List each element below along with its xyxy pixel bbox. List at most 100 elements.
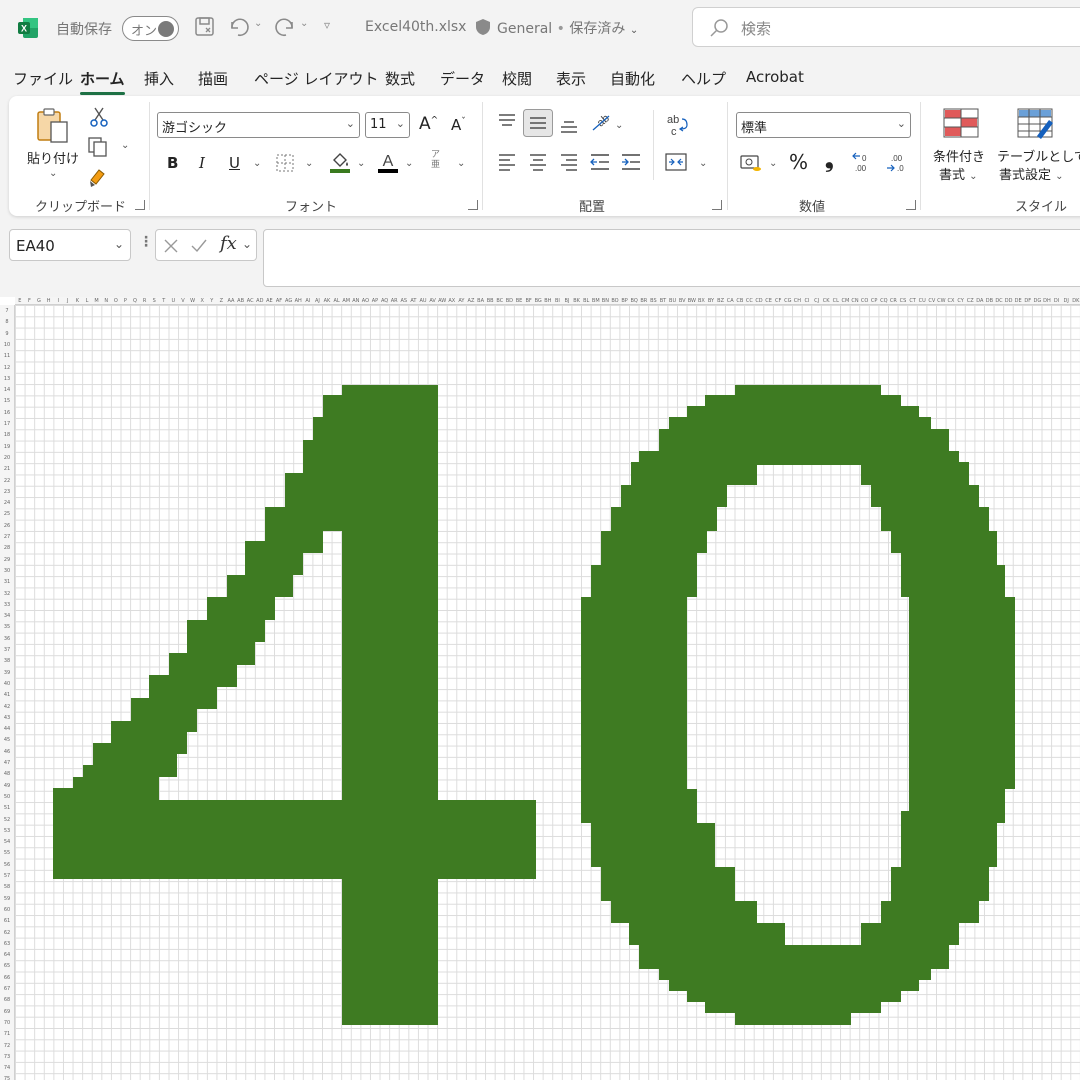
copy-icon[interactable] bbox=[87, 136, 109, 158]
column-header[interactable]: CK bbox=[821, 298, 831, 304]
column-header[interactable]: AK bbox=[322, 298, 332, 304]
column-header[interactable]: AF bbox=[274, 298, 284, 304]
column-header[interactable]: M bbox=[92, 298, 102, 304]
column-header[interactable]: CU bbox=[917, 298, 927, 304]
row-header[interactable]: 39 bbox=[0, 670, 14, 676]
cell-grid[interactable] bbox=[15, 305, 1080, 1080]
column-header[interactable]: CC bbox=[745, 298, 755, 304]
enter-icon[interactable] bbox=[190, 237, 208, 255]
conditional-formatting-label[interactable]: 条件付き bbox=[933, 146, 985, 165]
column-header[interactable]: AS bbox=[399, 298, 409, 304]
column-header[interactable]: CO bbox=[860, 298, 870, 304]
row-header[interactable]: 40 bbox=[0, 681, 14, 687]
tab-insert[interactable]: 挿入 bbox=[144, 68, 174, 89]
column-header[interactable]: BA bbox=[476, 298, 486, 304]
row-header[interactable]: 17 bbox=[0, 421, 14, 427]
column-header[interactable]: BF bbox=[524, 298, 534, 304]
borders-dropdown-icon[interactable]: ⌄ bbox=[305, 158, 313, 169]
align-center-icon[interactable] bbox=[528, 152, 548, 172]
row-header[interactable]: 33 bbox=[0, 602, 14, 608]
column-header[interactable]: AP bbox=[370, 298, 380, 304]
file-name[interactable]: Excel40th.xlsx bbox=[365, 19, 466, 35]
column-header[interactable]: CE bbox=[764, 298, 774, 304]
column-header[interactable]: W bbox=[188, 298, 198, 304]
column-header[interactable]: AT bbox=[409, 298, 419, 304]
font-name-dropdown[interactable]: 游ゴシック ⌄ bbox=[157, 112, 360, 138]
paste-icon[interactable] bbox=[33, 106, 73, 146]
insert-function-icon[interactable]: fx bbox=[220, 233, 237, 254]
column-header[interactable]: BQ bbox=[629, 298, 639, 304]
column-header[interactable]: AY bbox=[457, 298, 467, 304]
column-header[interactable]: CT bbox=[908, 298, 918, 304]
column-header[interactable]: CD bbox=[754, 298, 764, 304]
row-header[interactable]: 52 bbox=[0, 817, 14, 823]
format-as-table-label-2[interactable]: 書式設定 ⌄ bbox=[999, 164, 1064, 183]
currency-dropdown-icon[interactable]: ⌄ bbox=[769, 158, 777, 169]
row-header[interactable]: 61 bbox=[0, 918, 14, 924]
column-header[interactable]: AA bbox=[226, 298, 236, 304]
row-header[interactable]: 58 bbox=[0, 884, 14, 890]
row-header[interactable]: 24 bbox=[0, 500, 14, 506]
row-header[interactable]: 13 bbox=[0, 376, 14, 382]
row-header[interactable]: 43 bbox=[0, 715, 14, 721]
column-header[interactable]: AG bbox=[284, 298, 294, 304]
column-header[interactable]: I bbox=[53, 298, 63, 304]
column-header[interactable]: BZ bbox=[716, 298, 726, 304]
decrease-decimal-icon[interactable]: .00 .0 bbox=[885, 152, 909, 174]
tab-draw[interactable]: 描画 bbox=[198, 68, 228, 89]
row-header[interactable]: 71 bbox=[0, 1031, 14, 1037]
column-header[interactable]: BV bbox=[677, 298, 687, 304]
number-launcher-icon[interactable] bbox=[906, 200, 916, 210]
row-header[interactable]: 62 bbox=[0, 930, 14, 936]
bold-button[interactable]: B bbox=[167, 154, 178, 172]
redo-dropdown-icon[interactable]: ⌄ bbox=[300, 18, 326, 44]
row-header[interactable]: 18 bbox=[0, 432, 14, 438]
row-header[interactable]: 45 bbox=[0, 737, 14, 743]
column-header[interactable]: DJ bbox=[1061, 298, 1071, 304]
merge-dropdown-icon[interactable]: ⌄ bbox=[699, 158, 707, 169]
column-header[interactable]: AV bbox=[428, 298, 438, 304]
column-header[interactable]: BD bbox=[505, 298, 515, 304]
column-header[interactable]: AI bbox=[303, 298, 313, 304]
row-header[interactable]: 41 bbox=[0, 692, 14, 698]
tab-file[interactable]: ファイル bbox=[13, 68, 73, 89]
tab-home[interactable]: ホーム bbox=[80, 68, 125, 95]
align-right-icon[interactable] bbox=[559, 152, 579, 172]
row-header[interactable]: 8 bbox=[0, 319, 14, 325]
font-color-icon[interactable]: A bbox=[377, 150, 399, 174]
column-header[interactable]: AC bbox=[245, 298, 255, 304]
percent-button[interactable]: % bbox=[789, 150, 808, 174]
row-header[interactable]: 72 bbox=[0, 1043, 14, 1049]
column-header[interactable]: S bbox=[149, 298, 159, 304]
column-header[interactable]: BJ bbox=[562, 298, 572, 304]
column-header[interactable]: AE bbox=[265, 298, 275, 304]
font-color-dropdown-icon[interactable]: ⌄ bbox=[405, 158, 413, 169]
column-header[interactable]: AM bbox=[341, 298, 351, 304]
underline-button[interactable]: U bbox=[229, 154, 240, 172]
column-header[interactable]: BT bbox=[658, 298, 668, 304]
column-header[interactable]: CI bbox=[802, 298, 812, 304]
row-header[interactable]: 42 bbox=[0, 704, 14, 710]
row-header[interactable]: 20 bbox=[0, 455, 14, 461]
column-header[interactable]: BO bbox=[610, 298, 620, 304]
align-bottom-icon[interactable] bbox=[559, 116, 579, 136]
row-header[interactable]: 67 bbox=[0, 986, 14, 992]
column-header[interactable]: CG bbox=[783, 298, 793, 304]
sensitivity-label[interactable]: General • 保存済み ⌄ bbox=[475, 18, 638, 38]
row-header[interactable]: 26 bbox=[0, 523, 14, 529]
row-header[interactable]: 48 bbox=[0, 771, 14, 777]
row-header[interactable]: 34 bbox=[0, 613, 14, 619]
column-header[interactable]: BR bbox=[639, 298, 649, 304]
row-header[interactable]: 47 bbox=[0, 760, 14, 766]
italic-button[interactable]: I bbox=[199, 154, 205, 172]
column-header[interactable]: DF bbox=[1023, 298, 1033, 304]
column-header[interactable]: DC bbox=[994, 298, 1004, 304]
row-header[interactable]: 38 bbox=[0, 658, 14, 664]
column-header[interactable]: BM bbox=[591, 298, 601, 304]
column-header[interactable]: CM bbox=[841, 298, 851, 304]
chevron-down-icon[interactable]: ⌄ bbox=[242, 237, 252, 251]
column-header[interactable]: CF bbox=[773, 298, 783, 304]
row-header[interactable]: 15 bbox=[0, 398, 14, 404]
borders-icon[interactable] bbox=[275, 153, 295, 173]
row-header[interactable]: 29 bbox=[0, 557, 14, 563]
